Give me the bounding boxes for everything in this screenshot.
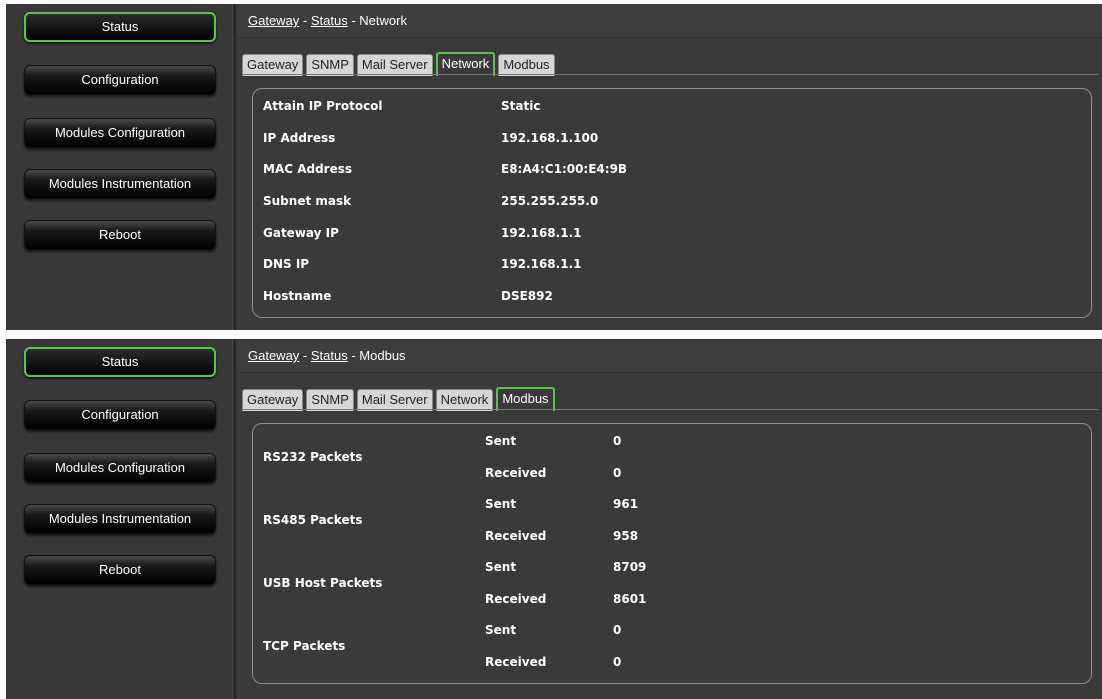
packet-group-name: TCP Packets <box>263 639 346 653</box>
tab-bar: Gateway SNMP Mail Server Network Modbus <box>242 52 558 76</box>
sent-label: Sent <box>485 560 517 574</box>
tab-underline <box>242 409 1098 410</box>
info-label: Attain IP Protocol <box>263 99 383 113</box>
nav-status-button[interactable]: Status <box>24 347 216 377</box>
info-label: Subnet mask <box>263 194 352 208</box>
packet-group: USB Host Packets Sent 8709 Received 8601 <box>253 552 1091 615</box>
info-row: Subnet mask 255.255.255.0 <box>253 185 1091 217</box>
sidebar-divider <box>232 4 236 330</box>
tab-bar: Gateway SNMP Mail Server Network Modbus <box>242 387 558 411</box>
received-label: Received <box>485 655 547 669</box>
info-value: 255.255.255.0 <box>501 194 599 208</box>
info-row: Gateway IP 192.168.1.1 <box>253 217 1091 249</box>
nav-modules-instrumentation-button[interactable]: Modules Instrumentation <box>24 504 216 534</box>
info-row: IP Address 192.168.1.100 <box>253 122 1091 154</box>
nav-modules-configuration-button[interactable]: Modules Configuration <box>24 118 216 148</box>
nav-reboot-button[interactable]: Reboot <box>24 555 216 585</box>
modbus-status-panel: Status Configuration Modules Configurati… <box>6 339 1102 699</box>
packet-group-name: USB Host Packets <box>263 576 383 590</box>
sidebar: Status Configuration Modules Configurati… <box>6 339 232 699</box>
sidebar-divider <box>232 339 236 699</box>
tab-modbus[interactable]: Modbus <box>496 387 555 411</box>
tab-network[interactable]: Network <box>435 389 494 411</box>
breadcrumb-current: Modbus <box>359 348 406 363</box>
network-info-box: Attain IP Protocol Static IP Address 192.1… <box>252 88 1092 318</box>
info-value: E8:A4:C1:00:E4:9B <box>501 162 628 176</box>
received-count: 0 <box>613 466 622 480</box>
info-label: IP Address <box>263 131 336 145</box>
main-content: Gateway - Status - Network Gateway SNMP Ma… <box>238 4 1102 330</box>
tab-snmp[interactable]: SNMP <box>306 54 354 76</box>
nav-configuration-button[interactable]: Configuration <box>24 65 216 95</box>
tab-mail-server[interactable]: Mail Server <box>356 54 433 76</box>
tab-mail-server[interactable]: Mail Server <box>356 389 433 411</box>
breadcrumb-status-link[interactable]: Status <box>311 13 348 28</box>
info-row: Hostname DSE892 <box>253 280 1091 312</box>
tab-gateway[interactable]: Gateway <box>242 389 304 411</box>
packet-group: RS485 Packets Sent 961 Received 958 <box>253 489 1091 552</box>
breadcrumb-separator: - <box>299 348 311 363</box>
sent-count: 0 <box>613 623 622 637</box>
info-label: DNS IP <box>263 257 310 271</box>
info-row: Attain IP Protocol Static <box>253 90 1091 122</box>
received-count: 8601 <box>613 592 647 606</box>
received-count: 958 <box>613 529 639 543</box>
tab-underline <box>242 74 1098 75</box>
received-label: Received <box>485 466 547 480</box>
info-row: MAC Address E8:A4:C1:00:E4:9B <box>253 153 1091 185</box>
breadcrumb: Gateway - Status - Modbus <box>238 339 1102 373</box>
nav-reboot-button[interactable]: Reboot <box>24 220 216 250</box>
sent-label: Sent <box>485 497 517 511</box>
received-label: Received <box>485 592 547 606</box>
packet-group: RS232 Packets Sent 0 Received 0 <box>253 426 1091 489</box>
nav-status-button[interactable]: Status <box>24 12 216 42</box>
breadcrumb-gateway-link[interactable]: Gateway <box>248 348 299 363</box>
tab-network[interactable]: Network <box>435 52 496 76</box>
sent-label: Sent <box>485 623 517 637</box>
tab-snmp[interactable]: SNMP <box>306 389 354 411</box>
main-content: Gateway - Status - Modbus Gateway SNMP Mai… <box>238 339 1102 699</box>
sent-label: Sent <box>485 434 517 448</box>
sent-count: 8709 <box>613 560 647 574</box>
breadcrumb-gateway-link[interactable]: Gateway <box>248 13 299 28</box>
info-label: Gateway IP <box>263 226 339 240</box>
info-value: 192.168.1.100 <box>501 131 599 145</box>
info-label: MAC Address <box>263 162 353 176</box>
received-count: 0 <box>613 655 622 669</box>
breadcrumb-separator: - <box>347 13 360 28</box>
info-label: Hostname <box>263 289 332 303</box>
modbus-info-box: RS232 Packets Sent 0 Received 0 RS485 Pa… <box>252 423 1092 684</box>
breadcrumb-separator: - <box>299 13 311 28</box>
info-value: 192.168.1.1 <box>501 257 582 271</box>
breadcrumb-status-link[interactable]: Status <box>311 348 348 363</box>
breadcrumb-current: Network <box>359 13 407 28</box>
received-label: Received <box>485 529 547 543</box>
info-value: 192.168.1.1 <box>501 226 582 240</box>
sent-count: 0 <box>613 434 622 448</box>
breadcrumb: Gateway - Status - Network <box>238 4 1102 38</box>
packet-group-name: RS232 Packets <box>263 450 363 464</box>
packet-group: TCP Packets Sent 0 Received 0 <box>253 615 1091 678</box>
sidebar: Status Configuration Modules Configurati… <box>6 4 232 330</box>
nav-modules-instrumentation-button[interactable]: Modules Instrumentation <box>24 169 216 199</box>
network-status-panel: Status Configuration Modules Configurati… <box>6 4 1102 330</box>
breadcrumb-separator: - <box>347 348 360 363</box>
info-value: DSE892 <box>501 289 553 303</box>
info-row: DNS IP 192.168.1.1 <box>253 248 1091 280</box>
nav-modules-configuration-button[interactable]: Modules Configuration <box>24 453 216 483</box>
tab-modbus[interactable]: Modbus <box>498 54 555 76</box>
tab-gateway[interactable]: Gateway <box>242 54 304 76</box>
info-value: Static <box>501 99 541 113</box>
packet-group-name: RS485 Packets <box>263 513 363 527</box>
sent-count: 961 <box>613 497 639 511</box>
nav-configuration-button[interactable]: Configuration <box>24 400 216 430</box>
